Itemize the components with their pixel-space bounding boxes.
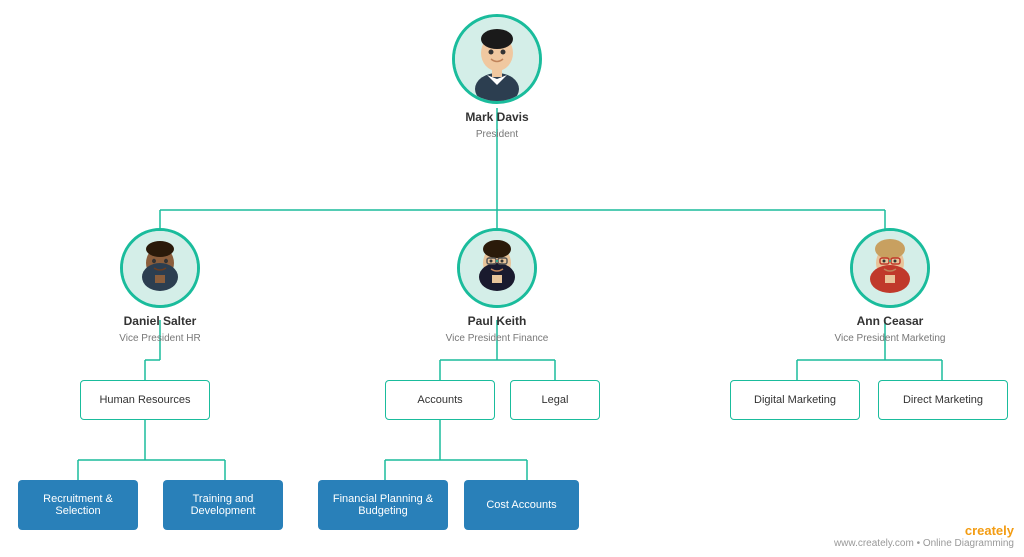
ann-title: Vice President Marketing [835, 332, 946, 345]
paul-title: Vice President Finance [446, 332, 549, 345]
avatar-paul [457, 228, 537, 308]
daniel-title: Vice President HR [119, 332, 201, 345]
box-accounts: Accounts [385, 380, 495, 420]
person-daniel: Daniel Salter Vice President HR [100, 228, 220, 345]
avatar-ann [850, 228, 930, 308]
box-fp: Financial Planning & Budgeting [318, 480, 448, 530]
person-ann: Ann Ceasar Vice President Marketing [830, 228, 950, 345]
person-mark: Mark Davis President [437, 14, 557, 141]
paul-name: Paul Keith [468, 314, 527, 330]
box-hr: Human Resources [80, 380, 210, 420]
mark-name: Mark Davis [465, 110, 528, 126]
box-legal: Legal [510, 380, 600, 420]
box-training: Training and Development [163, 480, 283, 530]
box-digital: Digital Marketing [730, 380, 860, 420]
avatar-mark [452, 14, 542, 104]
box-direct: Direct Marketing [878, 380, 1008, 420]
org-chart: Mark Davis President Daniel Salter Vice … [0, 0, 1024, 557]
creately-branding: creately www.creately.com • Online Diagr… [834, 523, 1014, 549]
avatar-daniel [120, 228, 200, 308]
ann-name: Ann Ceasar [857, 314, 924, 330]
box-recruit: Recruitment & Selection [18, 480, 138, 530]
person-paul: Paul Keith Vice President Finance [437, 228, 557, 345]
mark-title: President [476, 128, 518, 141]
box-cost: Cost Accounts [464, 480, 579, 530]
daniel-name: Daniel Salter [124, 314, 197, 330]
